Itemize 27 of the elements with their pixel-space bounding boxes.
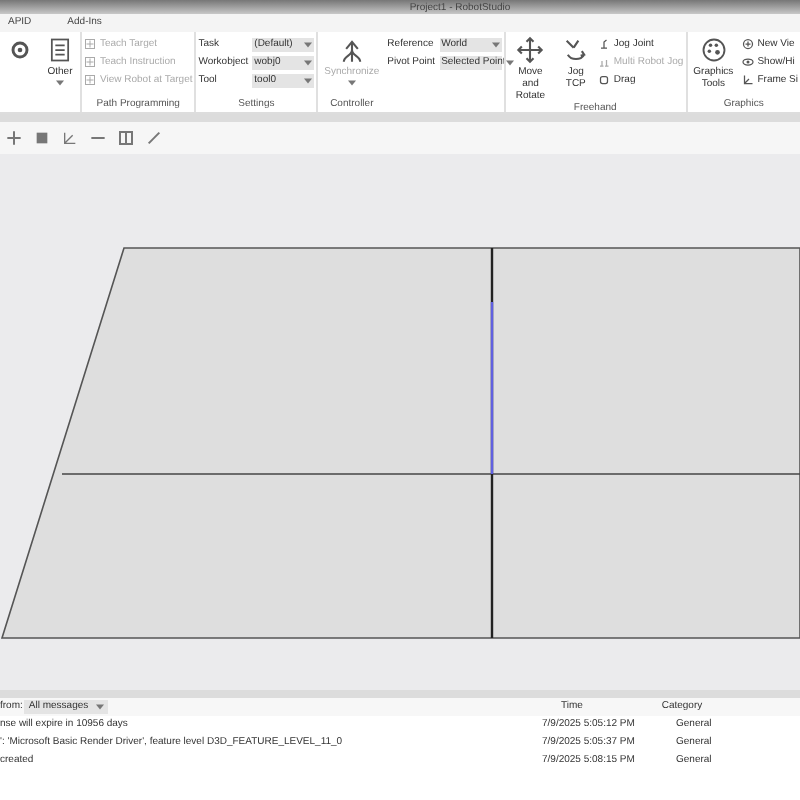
joint-icon [597,38,610,50]
grid-icon[interactable] [118,130,134,146]
plus-icon [741,38,754,50]
pen-icon[interactable] [146,130,162,146]
caret-icon [304,59,313,65]
move-icon [516,36,545,64]
caret-icon [505,59,514,65]
document-icon [46,36,74,64]
move-icon[interactable] [6,130,22,146]
target-icon [84,74,96,86]
jog-icon [561,36,590,64]
eye-icon [741,56,754,68]
caret-icon [347,80,356,86]
caret-icon [491,41,500,47]
target-icon [84,38,96,50]
caret-icon [56,80,64,86]
target-icon [84,56,96,68]
hand-icon [597,74,610,86]
joint-icon [597,56,610,68]
palette-icon [699,36,728,64]
caret-icon [304,41,313,47]
caret-icon [96,704,105,710]
caret-icon [304,77,313,83]
cube-icon[interactable] [34,130,50,146]
axes-icon [741,74,754,86]
axes-icon[interactable] [62,130,78,146]
arrows-icon [337,36,366,64]
